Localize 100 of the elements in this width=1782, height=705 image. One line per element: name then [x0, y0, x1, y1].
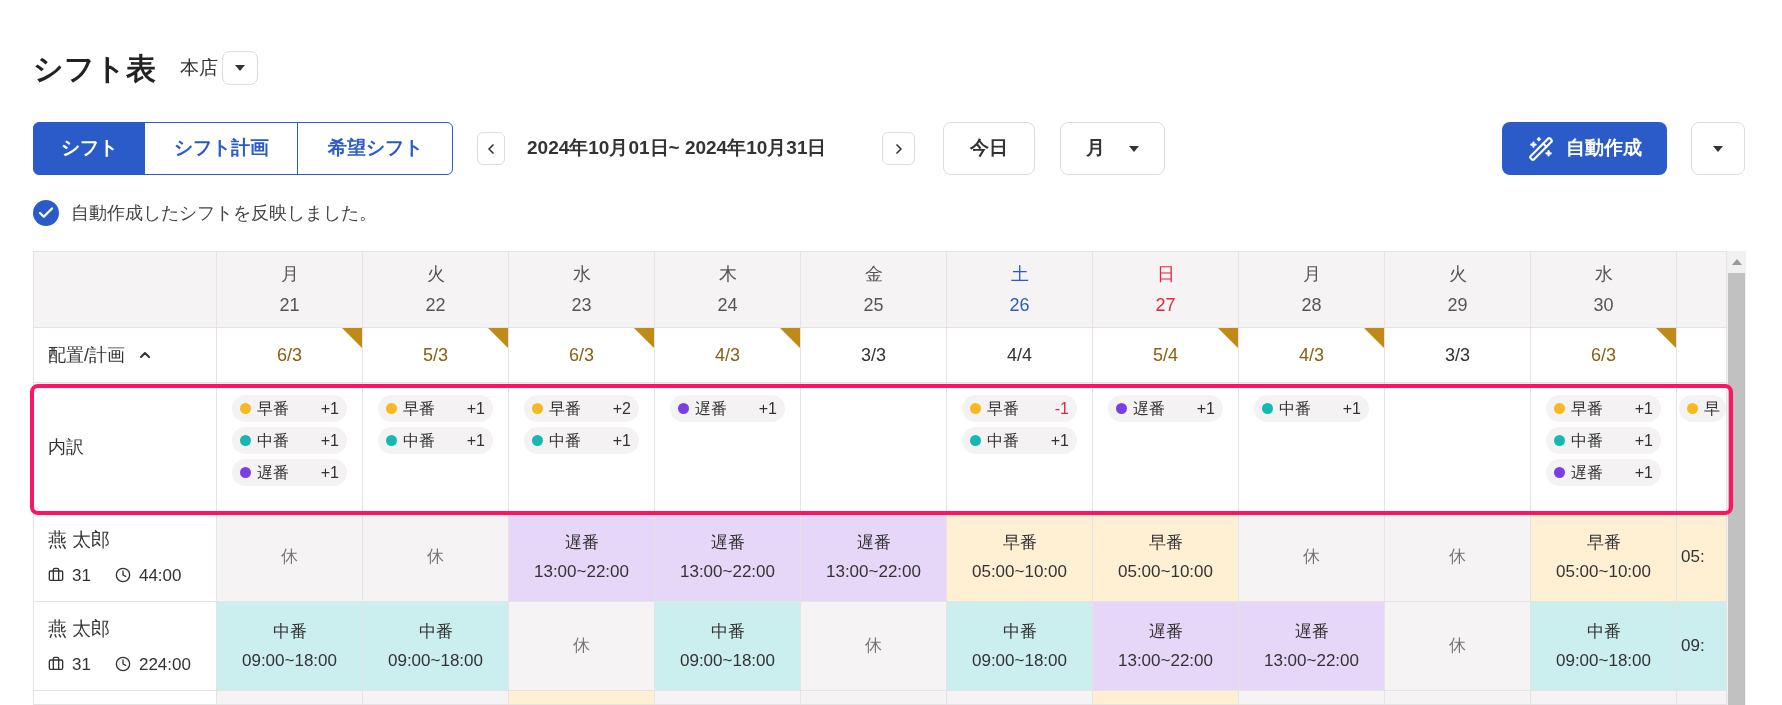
shift-name: 遅番: [257, 462, 289, 483]
today-button[interactable]: 今日: [943, 122, 1035, 175]
store-dropdown[interactable]: [222, 51, 258, 85]
shift-name: 早番: [257, 398, 289, 419]
shift-delta: +1: [1196, 398, 1215, 419]
shift-cell[interactable]: 休: [1385, 513, 1531, 602]
shift-cell[interactable]: 休: [217, 513, 363, 602]
auto-create-button[interactable]: 自動作成: [1502, 122, 1667, 175]
shift-cell[interactable]: 休: [1239, 513, 1385, 602]
shift-cell[interactable]: 05:: [1677, 513, 1727, 602]
shift-cell[interactable]: 休: [801, 602, 947, 691]
previous-button[interactable]: [477, 132, 505, 165]
shift-cell[interactable]: 遅番 13:00~22:00: [801, 513, 947, 602]
shift-cell[interactable]: [509, 691, 655, 705]
shift-delta: +1: [1634, 398, 1653, 419]
shift-cell[interactable]: [1093, 691, 1239, 705]
shift-name: 中番: [549, 430, 581, 451]
shift-cell[interactable]: [801, 691, 947, 705]
shift-cell[interactable]: 休: [1385, 602, 1531, 691]
shift-label: 中番: [418, 620, 453, 643]
shift-time: 13:00~22:00: [1118, 650, 1213, 672]
more-dropdown[interactable]: [1691, 122, 1745, 175]
shift-label: 遅番: [564, 531, 599, 554]
shift-label: 遅番: [710, 531, 745, 554]
shift-cell[interactable]: [947, 691, 1093, 705]
shift-label: 休: [427, 546, 444, 569]
shift-cell[interactable]: [217, 691, 363, 705]
scroll-up-icon[interactable]: [1731, 259, 1742, 265]
work-hours: 44:00: [138, 564, 182, 587]
plan-value: 5/4: [1153, 343, 1178, 367]
store-name: 本店: [180, 55, 218, 80]
shift-label: 休: [1449, 546, 1466, 569]
shift-cell[interactable]: [1239, 691, 1385, 705]
caret-icon: [1129, 145, 1139, 152]
shift-name: 早: [1704, 398, 1720, 419]
shift-label: 中番: [1586, 620, 1621, 643]
weekday-label: 金: [864, 262, 883, 286]
shift-time: 09:00~18:00: [388, 650, 483, 672]
shift-cell[interactable]: 遅番 13:00~22:00: [509, 513, 655, 602]
shift-cell[interactable]: 早番 05:00~10:00: [1093, 513, 1239, 602]
shift-cell[interactable]: 遅番 13:00~22:00: [1239, 602, 1385, 691]
shift-time: 13:00~22:00: [826, 561, 921, 583]
shift-label: 早番: [1586, 531, 1621, 554]
date-label: 24: [717, 293, 738, 317]
shift-cell[interactable]: 遅番 13:00~22:00: [1093, 602, 1239, 691]
weekday-label: 水: [1594, 262, 1613, 286]
plan-value: 5/3: [423, 343, 448, 367]
view-tab[interactable]: シフト: [33, 122, 145, 175]
shift-label: 中番: [1002, 620, 1037, 643]
weekday-label: 水: [572, 262, 591, 286]
date-label: 30: [1593, 293, 1614, 317]
shift-delta: +1: [320, 430, 339, 451]
weekday-label: 月: [280, 262, 299, 286]
shift-cell[interactable]: 中番 09:00~18:00: [217, 602, 363, 691]
plan-value: 6/3: [1591, 343, 1616, 367]
view-tab[interactable]: 希望シフト: [297, 122, 453, 175]
shift-label: 休: [1449, 635, 1466, 658]
shift-label: 遅番: [1294, 620, 1329, 643]
shift-cell[interactable]: 中番 09:00~18:00: [363, 602, 509, 691]
shift-cell[interactable]: 遅番 13:00~22:00: [655, 513, 801, 602]
next-button[interactable]: [882, 132, 915, 165]
plan-value: 6/3: [569, 343, 594, 367]
shift-cell[interactable]: [1677, 691, 1727, 705]
shift-time: 05:00~10:00: [1556, 561, 1651, 583]
weekday-label: 日: [1156, 262, 1175, 286]
shift-name: 遅番: [1571, 462, 1603, 483]
shift-label: 休: [1303, 546, 1320, 569]
date-label: 22: [425, 293, 446, 317]
shift-cell[interactable]: 中番 09:00~18:00: [1531, 602, 1677, 691]
magic-wand-icon: [1527, 135, 1554, 162]
shift-name: 中番: [1571, 430, 1603, 451]
plan-value: 6/3: [277, 343, 302, 367]
weekday-label: 土: [1010, 262, 1029, 286]
shift-name: 早番: [549, 398, 581, 419]
shift-cell[interactable]: [363, 691, 509, 705]
shift-cell[interactable]: 中番 09:00~18:00: [947, 602, 1093, 691]
shift-time: 09:00~18:00: [680, 650, 775, 672]
shift-cell[interactable]: 09:: [1677, 602, 1727, 691]
weekday-label: 月: [1302, 262, 1321, 286]
shift-cell[interactable]: [1385, 691, 1531, 705]
shift-cell[interactable]: [1531, 691, 1677, 705]
shift-name: 早番: [987, 398, 1019, 419]
weekday-label: 木: [718, 262, 737, 286]
shift-time: 05:: [1681, 546, 1705, 569]
shift-cell[interactable]: 休: [363, 513, 509, 602]
view-select[interactable]: 月: [1060, 122, 1165, 175]
shift-delta: +2: [612, 398, 631, 419]
view-tab[interactable]: シフト計画: [144, 122, 298, 175]
date-label: 26: [1009, 293, 1030, 317]
shift-label: 早番: [1148, 531, 1183, 554]
notice-message: 自動作成したシフトを反映しました。: [71, 201, 377, 225]
shift-cell[interactable]: 休: [509, 602, 655, 691]
shift-label: 休: [865, 635, 882, 658]
work-hours: 224:00: [138, 653, 191, 676]
shift-cell[interactable]: [655, 691, 801, 705]
shift-cell[interactable]: 早番 05:00~10:00: [947, 513, 1093, 602]
shift-cell[interactable]: 早番 05:00~10:00: [1531, 513, 1677, 602]
shift-cell[interactable]: 中番 09:00~18:00: [655, 602, 801, 691]
plan-value: 4/3: [715, 343, 740, 367]
shift-delta: +1: [466, 430, 485, 451]
